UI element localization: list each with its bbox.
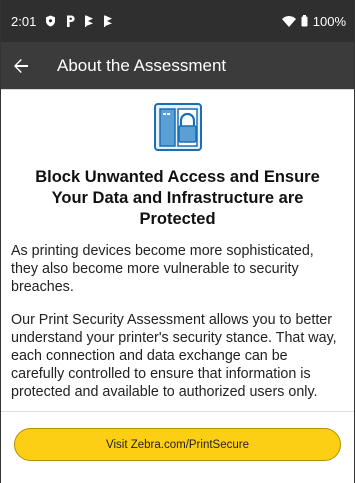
status-bar: 2:01 100%	[1, 0, 354, 42]
notification-p-icon	[65, 15, 75, 27]
flag-icon	[103, 15, 113, 27]
hero	[11, 90, 344, 151]
door-lock-icon	[153, 103, 202, 151]
details-paragraph: Our Print Security Assessment allows you…	[11, 312, 337, 400]
back-button[interactable]	[13, 46, 53, 86]
visit-printsecure-button[interactable]: Visit Zebra.com/PrintSecure	[14, 428, 341, 461]
status-left: 2:01	[11, 14, 113, 29]
app-screen: 2:01 100% About the Assessment Block Unw…	[0, 0, 355, 483]
intro-paragraph: As printing devices become more sophisti…	[11, 243, 314, 295]
main-content: Block Unwanted Access and Ensure Your Da…	[1, 90, 354, 401]
status-time: 2:01	[11, 13, 37, 29]
app-bar: About the Assessment	[1, 42, 354, 90]
flag-icon	[84, 15, 94, 27]
shield-icon	[45, 15, 56, 27]
battery-percent: 100%	[312, 13, 346, 29]
headline: Block Unwanted Access and Ensure Your Da…	[35, 168, 320, 228]
footer-divider	[1, 411, 354, 412]
battery-icon	[301, 15, 308, 27]
wifi-icon	[281, 15, 296, 27]
back-arrow-icon	[13, 58, 29, 74]
page-title: About the Assessment	[57, 55, 227, 75]
status-right: 100%	[281, 13, 346, 29]
